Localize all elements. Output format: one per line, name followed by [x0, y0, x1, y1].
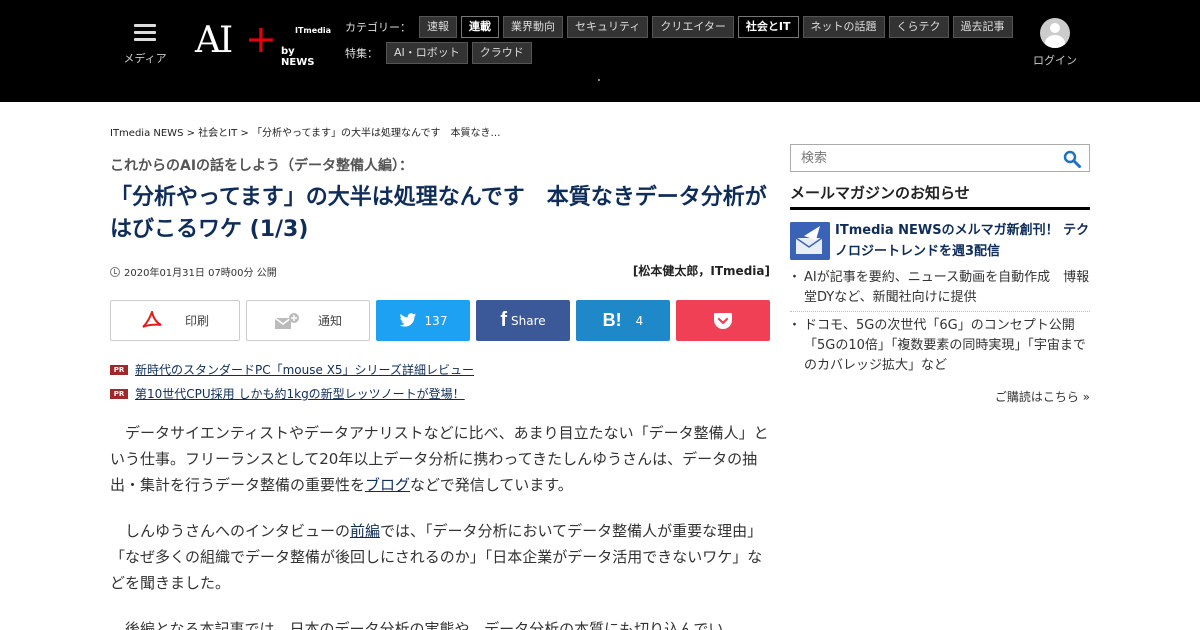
site-search	[790, 144, 1090, 172]
twitter-share-button[interactable]: 137	[376, 300, 470, 341]
facebook-share-button[interactable]: f Share	[476, 300, 570, 341]
pr-link[interactable]: 新時代のスタンダードPC「mouse X5」シリーズ詳細レビュー	[135, 361, 474, 378]
category-item-active[interactable]: 社会とIT	[737, 16, 799, 38]
logo-ai-text: AI	[195, 20, 233, 61]
paragraph-text: などで発信しています。	[410, 476, 573, 494]
login-button[interactable]: ログイン	[1030, 18, 1080, 68]
search-input[interactable]	[791, 145, 1041, 171]
media-menu-button[interactable]: メディア	[122, 22, 168, 65]
publish-date-text: 2020年01月31日 07時00分 公開	[124, 268, 277, 279]
feature-item[interactable]: クラウド	[471, 42, 532, 64]
pr-badge: PR	[110, 388, 128, 399]
category-item[interactable]: 業界動向	[503, 16, 563, 38]
hatena-b-icon: B!	[602, 310, 622, 330]
print-label: 印刷	[184, 314, 209, 328]
author-byline: [松本健太郎，ITmedia]	[632, 264, 770, 278]
ai-plus-logo[interactable]: AI + ITmedia by NEWS	[195, 17, 331, 68]
breadcrumb[interactable]: ITmedia NEWS > 社会とIT > 「分析やってます」の大半は処理なん…	[110, 124, 500, 139]
twitter-bird-icon	[399, 313, 416, 327]
category-item[interactable]: セキュリティ	[567, 16, 649, 38]
newsletter-heading: メールマガジンのお知らせ	[790, 182, 1090, 210]
divider-dot	[598, 79, 600, 81]
category-item-active[interactable]: 連載	[461, 16, 499, 38]
category-item[interactable]: 速報	[419, 16, 457, 38]
newsletter-feature[interactable]: ITmedia NEWSのメルマガ新創刊！ テクノロジートレンドを週3配信	[790, 220, 1090, 262]
feature-nav: 特集： AI・ロボット クラウド	[345, 42, 536, 64]
logo-itmedia-text: ITmedia	[295, 26, 332, 35]
site-header: メディア AI + ITmedia by NEWS カテゴリー： 速報 連載 業…	[0, 0, 1200, 102]
article-paragraph: 後編となる本記事では、日本のデータ分析の実態や、データ分析の本質にも切り込んでい	[125, 620, 724, 630]
clock-icon	[110, 266, 120, 277]
article-paragraph: データサイエンティストやデータアナリストなどに比べ、あまり目立たない「データ整備…	[110, 420, 770, 498]
search-icon[interactable]	[1063, 150, 1081, 168]
pocket-icon	[714, 312, 732, 329]
print-button[interactable]: 印刷	[110, 300, 240, 341]
pocket-button[interactable]	[676, 300, 770, 341]
user-avatar-icon	[1040, 18, 1070, 48]
category-item[interactable]: くらテク	[888, 16, 949, 38]
facebook-f-icon: f	[500, 309, 508, 331]
category-nav-title: カテゴリー：	[345, 21, 411, 34]
newsletter-list-item[interactable]: AIが記事を要約、ニュース動画を自動作成 博報堂DYなど、新聞社向けに提供	[788, 268, 1090, 312]
twitter-count: 137	[424, 313, 448, 328]
pr-link[interactable]: 第10世代CPU採用 しかも約1kgの新型レッツノートが登場！	[135, 385, 465, 402]
pr-link-row: PR 第10世代CPU採用 しかも約1kgの新型レッツノートが登場！	[110, 385, 465, 402]
mail-icon	[790, 222, 830, 260]
category-item[interactable]: クリエイター	[652, 16, 734, 38]
hatena-count: 4	[635, 313, 644, 328]
publish-date: 2020年01月31日 07時00分 公開	[110, 264, 277, 279]
previous-part-link[interactable]: 前編	[350, 522, 380, 540]
feature-nav-title: 特集：	[345, 47, 378, 60]
logo-plus-text: +	[245, 17, 277, 61]
notify-button[interactable]: 通知	[246, 300, 370, 341]
hatena-bookmark-button[interactable]: B! 4	[576, 300, 670, 341]
logo-by-news-text: by NEWS	[281, 46, 315, 68]
newsletter-list-item[interactable]: ドコモ、5Gの次世代「6G」のコンセプト公開 「5Gの10倍」「複数要素の同時実…	[788, 316, 1090, 380]
notify-label: 通知	[317, 314, 342, 328]
login-label: ログイン	[1033, 54, 1077, 67]
pr-badge: PR	[110, 364, 128, 375]
pr-link-row: PR 新時代のスタンダードPC「mouse X5」シリーズ詳細レビュー	[110, 361, 474, 378]
category-item[interactable]: 過去記事	[952, 16, 1013, 38]
media-menu-label: メディア	[123, 52, 167, 65]
page-title: 「分析やってます」の大半は処理なんです 本質なきデータ分析がはびこるワケ (1/…	[110, 185, 767, 242]
paragraph-text: しんゆうさんへのインタビューの	[125, 522, 351, 540]
newsletter-feature-text: ITmedia NEWSのメルマガ新創刊！ テクノロジートレンドを週3配信	[835, 223, 1090, 259]
pdf-icon	[142, 310, 162, 328]
category-nav: カテゴリー： 速報 連載 業界動向 セキュリティ クリエイター 社会とIT ネッ…	[345, 16, 1017, 38]
subscribe-link[interactable]: ご購読はこちら »	[995, 388, 1090, 405]
category-item[interactable]: ネットの話題	[802, 16, 885, 38]
feature-item[interactable]: AI・ロボット	[386, 42, 468, 64]
facebook-label: Share	[511, 313, 546, 328]
notify-plus-icon	[274, 312, 299, 329]
hamburger-icon	[134, 24, 156, 42]
blog-link[interactable]: ブログ	[365, 476, 410, 494]
article-paragraph: しんゆうさんへのインタビューの前編では、「データ分析においてデータ整備人が重要な…	[110, 518, 770, 596]
series-title: これからのAIの話をしよう（データ整備人編）：	[110, 158, 414, 174]
